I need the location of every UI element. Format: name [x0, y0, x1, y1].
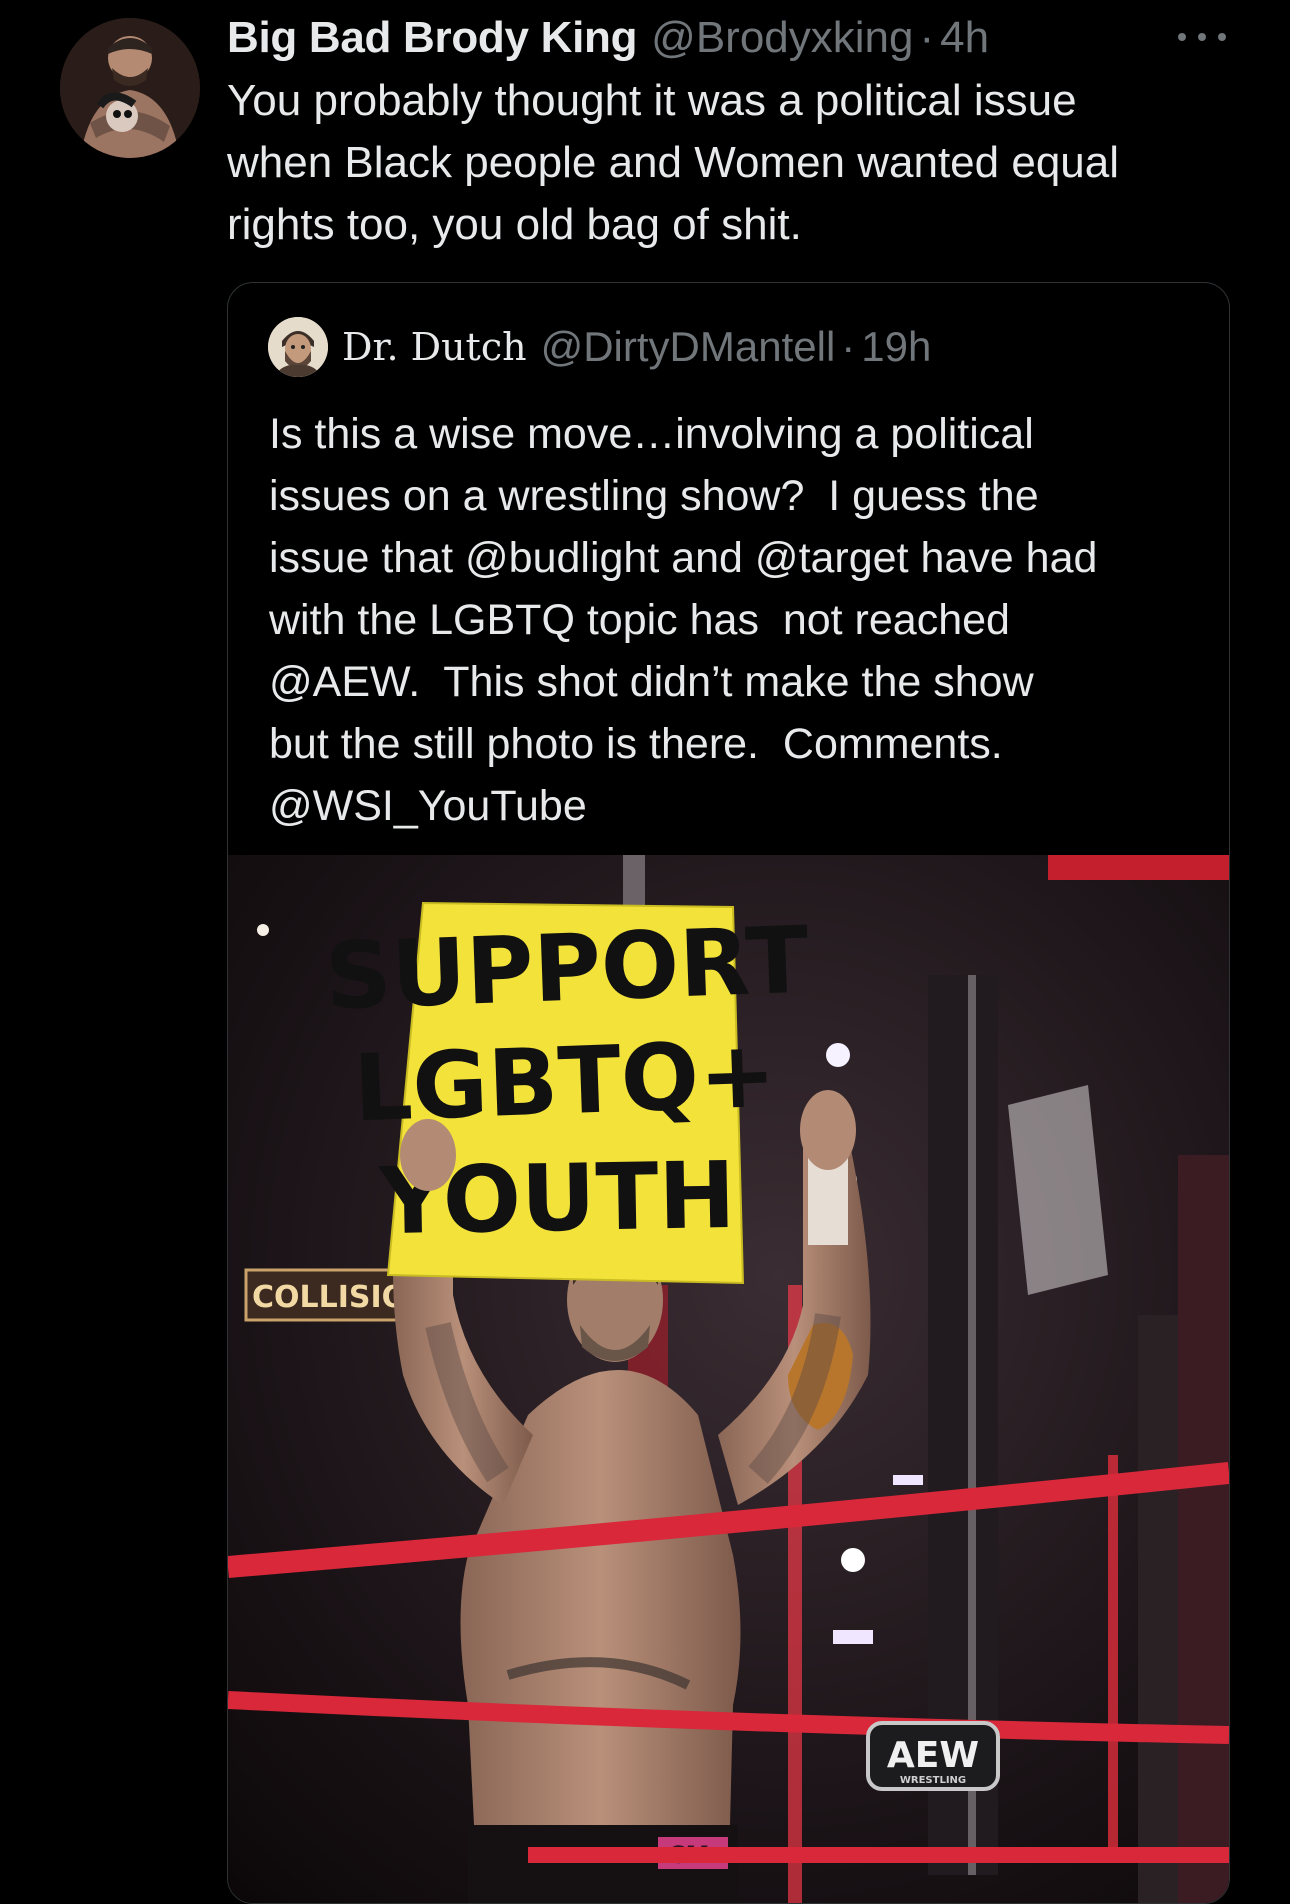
more-options-icon[interactable] [1178, 22, 1226, 52]
author-avatar[interactable] [60, 18, 200, 158]
protest-sign: SUPPORT LGBTQ+ YOUTH [323, 901, 811, 1285]
quoted-tweet-header: Dr. Dutch @DirtyDMantell · 19h [268, 317, 931, 377]
author-handle[interactable]: @Brodyxking [651, 13, 913, 63]
quoted-author-display-name[interactable]: Dr. Dutch [342, 325, 527, 369]
quoted-author-avatar[interactable] [268, 317, 328, 377]
quoted-tweet-text: Is this a wise move…involving a politica… [269, 403, 1209, 837]
author-avatar-image [60, 18, 200, 158]
more-dot [1218, 33, 1226, 41]
quoted-text-line: but the still photo is there. Comments. [269, 720, 1003, 768]
quoted-tweet-photo[interactable]: COLLISION CM SUPPORT LGBTQ+ YOUTH AEW WR… [228, 855, 1229, 1903]
quoted-tweet[interactable]: Dr. Dutch @DirtyDMantell · 19h Is this a… [227, 282, 1230, 1904]
tweet-text: You probably thought it was a political … [227, 70, 1227, 256]
wrestling-photo: COLLISION CM SUPPORT LGBTQ+ YOUTH AEW WR… [228, 855, 1229, 1903]
tweet-header: Big Bad Brody King @Brodyxking · 4h [227, 10, 989, 66]
more-dot [1198, 33, 1206, 41]
quoted-text-line: Is this a wise move…involving a politica… [269, 410, 1034, 458]
separator-dot: · [919, 13, 935, 62]
quoted-text-line: with the LGBTQ topic has not reached [269, 596, 1010, 644]
tweet[interactable]: Big Bad Brody King @Brodyxking · 4h You … [0, 0, 1290, 1904]
quoted-text-line: @AEW. This shot didn’t make the show [269, 658, 1034, 706]
tweet-timestamp[interactable]: 4h [940, 13, 989, 63]
tweet-text-line: rights too, you old bag of shit. [227, 200, 802, 249]
sign-line-1: SUPPORT [323, 907, 810, 1031]
quoted-tweet-timestamp[interactable]: 19h [861, 323, 931, 371]
quoted-author-avatar-image [268, 317, 328, 377]
quoted-text-line: @WSI_YouTube [269, 782, 587, 830]
aew-logo-text: AEW [887, 1735, 979, 1776]
quoted-author-handle[interactable]: @DirtyDMantell [541, 323, 836, 371]
aew-logo-subtext: WRESTLING [900, 1775, 966, 1786]
more-dot [1178, 33, 1186, 41]
quoted-text-line: issues on a wrestling show? I guess the [269, 472, 1039, 520]
author-display-name[interactable]: Big Bad Brody King [227, 13, 637, 63]
separator-dot: · [841, 323, 856, 370]
quoted-text-line: issue that @budlight and @target have ha… [269, 534, 1098, 582]
tweet-text-line: You probably thought it was a political … [227, 76, 1077, 125]
tweet-text-line: when Black people and Women wanted equal [227, 138, 1120, 187]
aew-turnbuckle-logo: AEW WRESTLING [866, 1721, 1000, 1791]
